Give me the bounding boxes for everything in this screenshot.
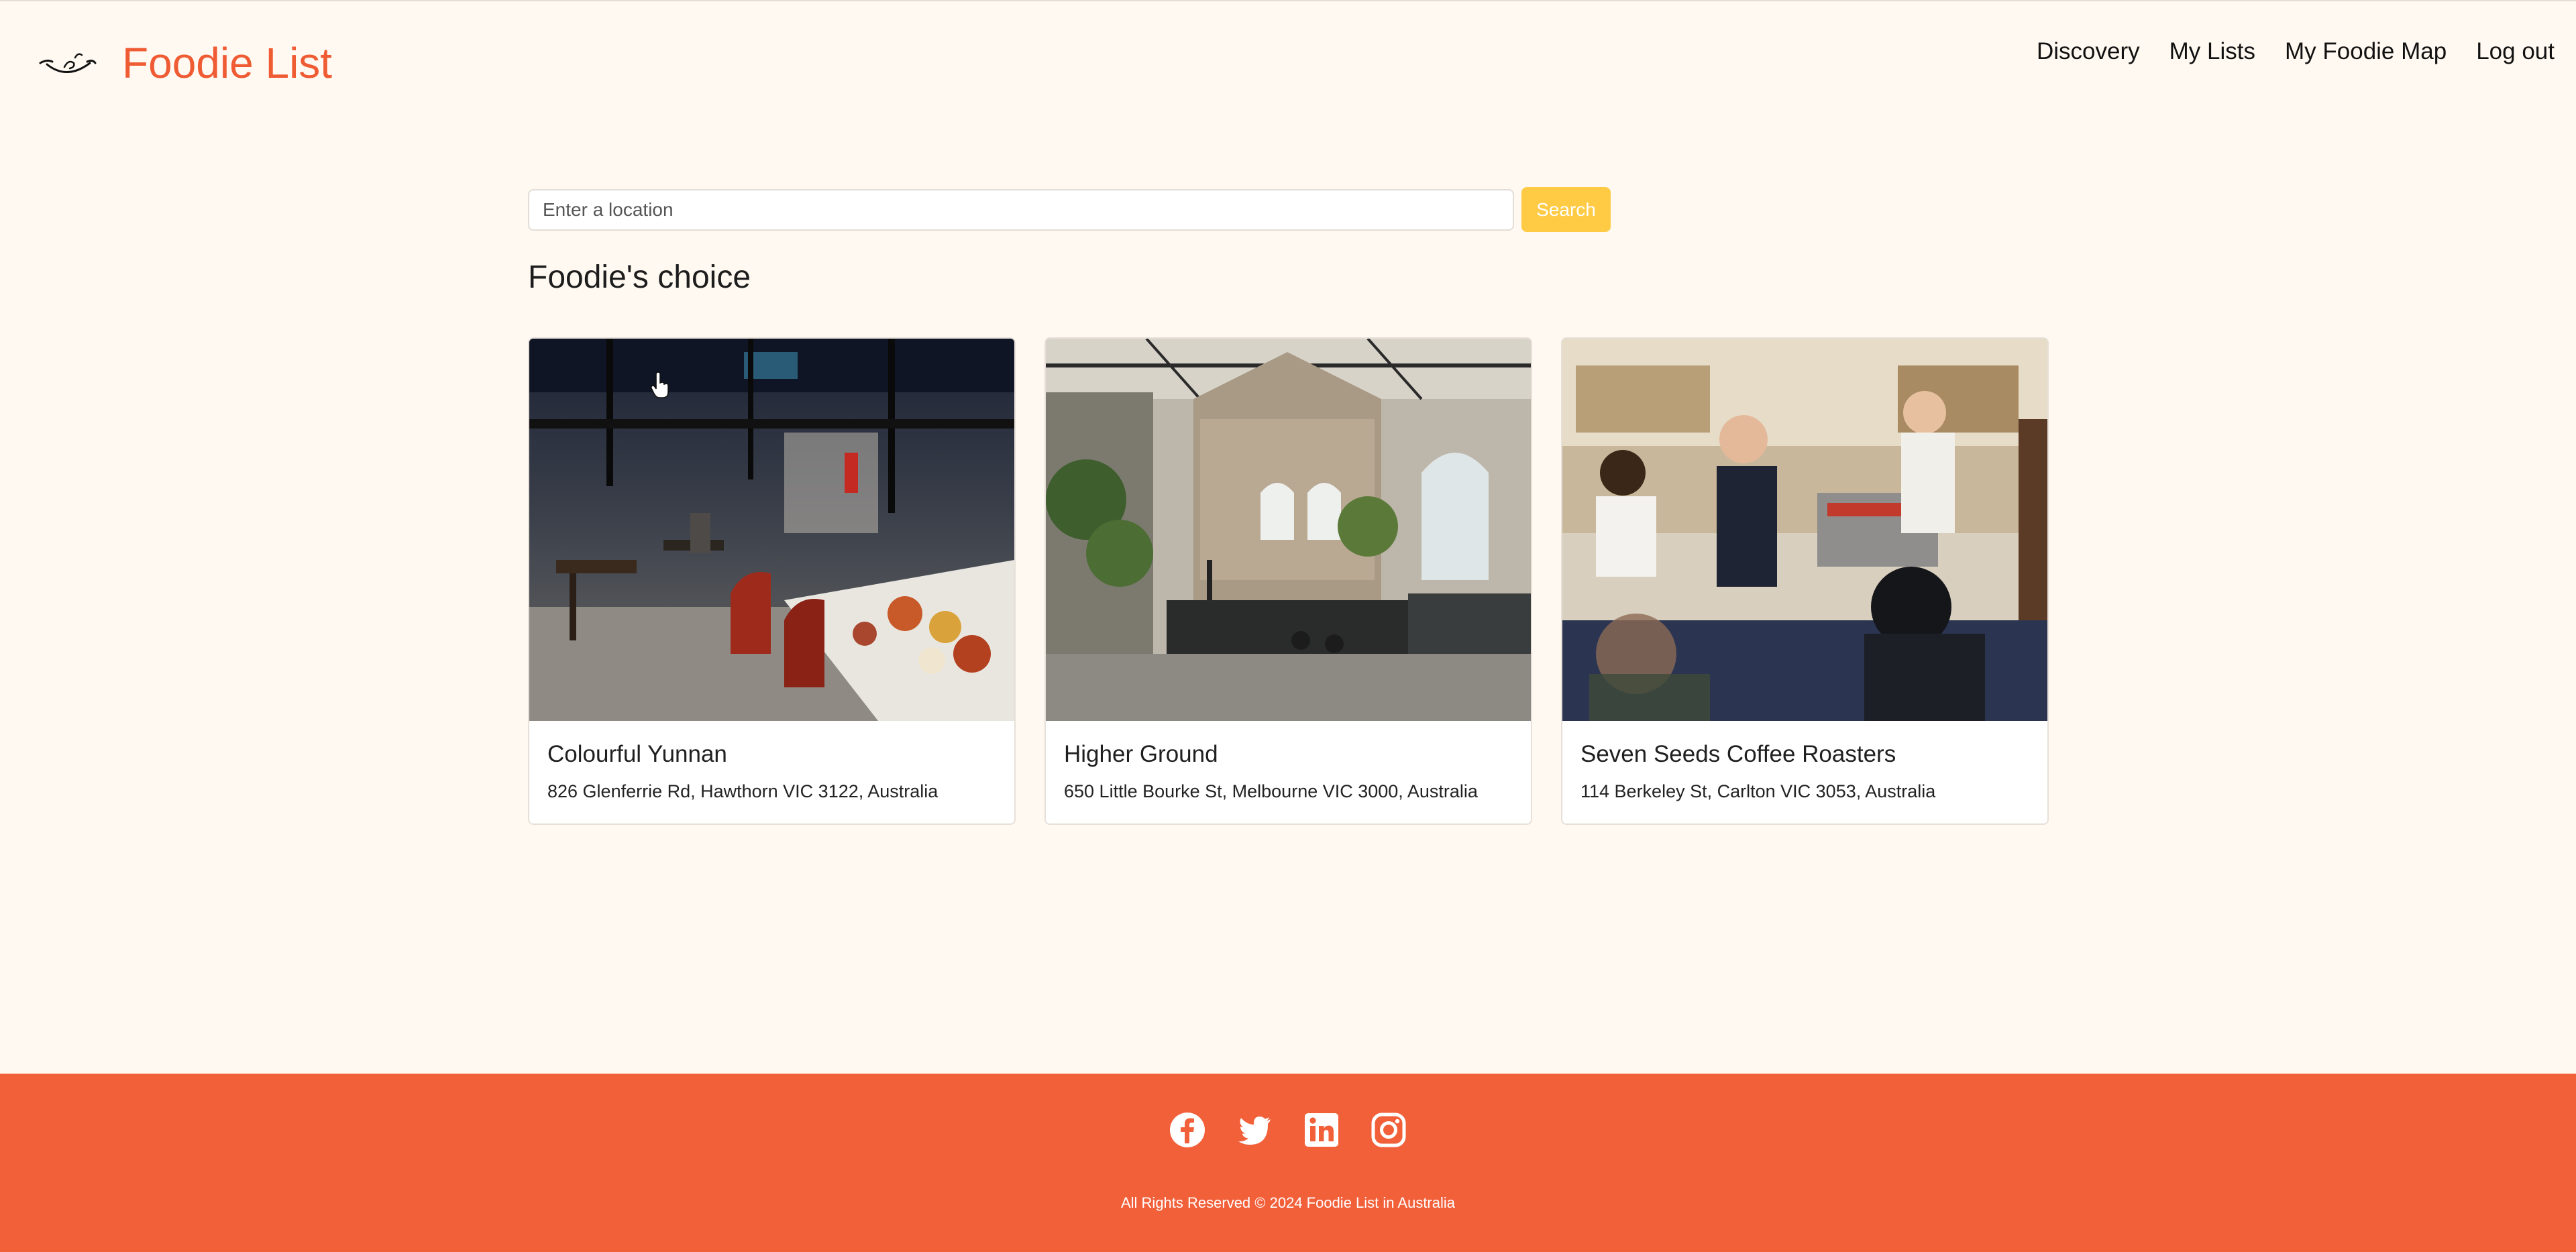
- restaurant-address: 114 Berkeley St, Carlton VIC 3053, Austr…: [1580, 781, 1936, 801]
- site-header: Foodie List Discovery My Lists My Foodie…: [0, 0, 2576, 127]
- restaurant-address: 826 Glenferrie Rd, Hawthorn VIC 3122, Au…: [547, 781, 938, 801]
- brand-link[interactable]: Foodie List: [38, 30, 332, 97]
- location-search-input[interactable]: [528, 188, 1514, 231]
- restaurant-card[interactable]: Colourful Yunnan 826 Glenferrie Rd, Hawt…: [528, 337, 1016, 825]
- restaurant-name: Seven Seeds Coffee Roasters: [1580, 741, 1896, 767]
- restaurant-card-grid: Colourful Yunnan 826 Glenferrie Rd, Hawt…: [528, 337, 2049, 825]
- nav-discovery[interactable]: Discovery: [2037, 38, 2140, 65]
- restaurant-card[interactable]: Higher Ground 650 Little Bourke St, Melb…: [1044, 337, 1532, 825]
- smile-logo-icon: [39, 53, 97, 73]
- restaurant-interior-photo: [529, 339, 1014, 721]
- twitter-icon[interactable]: [1236, 1111, 1273, 1149]
- restaurant-name: Higher Ground: [1064, 741, 1218, 767]
- search-button[interactable]: Search: [1521, 187, 1611, 232]
- instagram-icon[interactable]: [1370, 1111, 1407, 1149]
- site-footer: All Rights Reserved © 2024 Foodie List i…: [0, 1074, 2576, 1252]
- social-links: [0, 1111, 2576, 1151]
- main-nav: Discovery My Lists My Foodie Map Log out: [2007, 35, 2555, 68]
- restaurant-name: Colourful Yunnan: [547, 741, 727, 767]
- linkedin-icon[interactable]: [1303, 1111, 1340, 1149]
- cafe-hall-photo: [1046, 339, 1531, 721]
- search-bar: Search: [528, 187, 1613, 232]
- copyright-text: All Rights Reserved © 2024 Foodie List i…: [1120, 1194, 1456, 1211]
- nav-my-lists[interactable]: My Lists: [2169, 38, 2255, 65]
- section-title: Foodie's choice: [528, 260, 751, 295]
- restaurant-card[interactable]: Seven Seeds Coffee Roasters 114 Berkeley…: [1561, 337, 2049, 825]
- coffee-bar-photo: [1562, 339, 2047, 721]
- brand-name: Foodie List: [122, 39, 333, 87]
- restaurant-address: 650 Little Bourke St, Melbourne VIC 3000…: [1064, 781, 1478, 801]
- nav-log-out[interactable]: Log out: [2476, 38, 2555, 65]
- facebook-icon[interactable]: [1169, 1111, 1206, 1149]
- nav-my-foodie-map[interactable]: My Foodie Map: [2285, 38, 2447, 65]
